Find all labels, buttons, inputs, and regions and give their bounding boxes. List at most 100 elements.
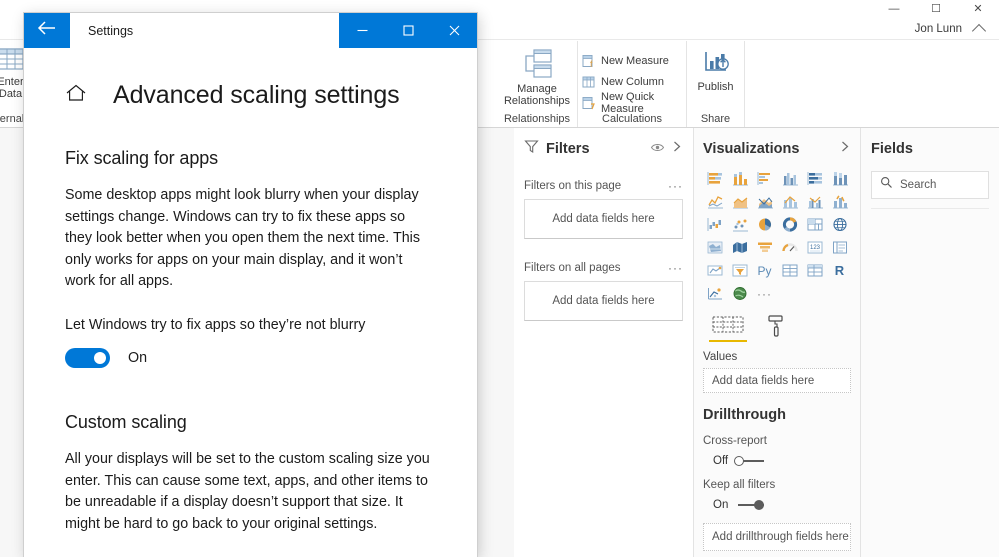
viz-pie-chart-icon[interactable] <box>753 215 776 234</box>
ribbon-group-calculations: f New Measure New Column New Quick Measu… <box>578 41 687 127</box>
viz-gauge-icon[interactable] <box>778 238 801 257</box>
filters-all-pages-menu-icon[interactable]: ··· <box>668 261 683 275</box>
keep-all-filters-toggle-row[interactable]: On <box>703 499 851 511</box>
cross-report-toggle-row[interactable]: Off <box>703 455 851 467</box>
viz-map-icon[interactable] <box>828 215 851 234</box>
filters-all-pages-dropzone[interactable]: Add data fields here <box>524 281 683 321</box>
viz-funnel-icon[interactable] <box>753 238 776 257</box>
viz-waterfall-chart-icon[interactable] <box>703 215 726 234</box>
new-quick-measure-button[interactable]: New Quick Measure <box>578 91 686 115</box>
viz-line-stacked-column-chart-icon[interactable] <box>778 192 801 211</box>
settings-minimize-button[interactable] <box>339 13 385 48</box>
settings-close-button[interactable] <box>431 13 477 48</box>
viz-matrix-icon[interactable] <box>803 261 826 280</box>
viz-arcgis-maps-icon[interactable] <box>728 284 751 303</box>
power-bi-user-name: Jon Lunn <box>914 23 962 35</box>
fix-scaling-heading: Fix scaling for apps <box>65 148 219 168</box>
viz-more-options-icon[interactable]: ··· <box>753 284 776 303</box>
viz-r-script-visual-icon[interactable]: R <box>828 261 851 280</box>
eye-icon[interactable] <box>650 140 665 158</box>
drillthrough-title: Drillthrough <box>703 407 786 423</box>
viz-multi-row-card-icon[interactable] <box>828 238 851 257</box>
cross-report-toggle[interactable] <box>734 455 765 467</box>
publish-button[interactable]: Publish <box>687 48 744 93</box>
new-column-label: New Column <box>601 75 664 88</box>
blur-toggle-row: On <box>65 348 436 368</box>
fields-pane-divider <box>871 208 989 209</box>
settings-titlebar-drag-area[interactable]: Settings <box>70 13 339 48</box>
filters-on-this-page-label: Filters on this page <box>524 180 622 192</box>
viz-scatter-chart-icon[interactable] <box>728 215 751 234</box>
viz-100-stacked-bar-chart-icon[interactable] <box>803 169 826 188</box>
settings-page-header: Advanced scaling settings <box>65 81 436 110</box>
viz-treemap-icon[interactable] <box>803 215 826 234</box>
viz-donut-chart-icon[interactable] <box>778 215 801 234</box>
new-quick-measure-icon <box>582 96 596 110</box>
filters-on-all-pages-row: Filters on all pages ··· <box>524 261 683 275</box>
viz-kpi-icon[interactable] <box>703 261 726 280</box>
settings-titlebar: Settings <box>24 13 477 48</box>
viz-line-chart-icon[interactable] <box>703 192 726 211</box>
visualizations-pane-tabs <box>703 312 851 342</box>
viz-100-stacked-column-chart-icon[interactable] <box>828 169 851 188</box>
viz-stacked-bar-chart-icon[interactable] <box>703 169 726 188</box>
visualizations-pane: Visualizations 123 Py R ··· Values Add d… <box>694 128 861 557</box>
fix-blurry-apps-toggle[interactable] <box>65 348 110 368</box>
chevron-right-icon[interactable] <box>839 140 851 158</box>
filters-this-page-menu-icon[interactable]: ··· <box>668 179 683 193</box>
svg-text:f: f <box>590 59 593 68</box>
custom-scaling-description: All your displays will be set to the cus… <box>65 451 430 532</box>
viz-filled-map-icon[interactable] <box>703 238 726 257</box>
viz-ribbon-chart-icon[interactable] <box>828 192 851 211</box>
publish-label: Publish <box>697 81 734 93</box>
power-bi-maximize-button[interactable]: ☐ <box>915 0 957 19</box>
blur-toggle-label: Let Windows try to fix apps so they’re n… <box>65 316 366 333</box>
viz-clustered-column-chart-icon[interactable] <box>778 169 801 188</box>
power-bi-close-button[interactable]: ✕ <box>957 0 999 19</box>
settings-window-title: Settings <box>88 23 134 38</box>
manage-relationships-button[interactable]: Manage Relationships <box>497 48 577 107</box>
settings-scrollbar[interactable] <box>472 48 477 557</box>
keep-all-filters-toggle[interactable] <box>734 499 765 511</box>
cross-report-state: Off <box>713 455 729 467</box>
viz-clustered-bar-chart-icon[interactable] <box>753 169 776 188</box>
viz-stacked-area-chart-icon[interactable] <box>753 192 776 211</box>
manage-relationships-icon <box>517 48 557 80</box>
viz-table-icon[interactable] <box>778 261 801 280</box>
drillthrough-dropzone[interactable]: Add drillthrough fields here <box>703 523 851 551</box>
back-button[interactable] <box>24 13 70 48</box>
viz-slicer-icon[interactable] <box>728 261 751 280</box>
filters-pane-title: Filters <box>546 141 590 157</box>
chevron-right-icon[interactable] <box>671 140 683 158</box>
tab-format[interactable] <box>765 314 787 342</box>
fields-search-placeholder: Search <box>900 179 937 191</box>
visualizations-pane-title: Visualizations <box>703 141 800 157</box>
viz-stacked-column-chart-icon[interactable] <box>728 169 751 188</box>
svg-text:123: 123 <box>810 245 821 251</box>
viz-shape-map-icon[interactable] <box>728 238 751 257</box>
fields-search-input[interactable]: Search <box>871 171 989 199</box>
viz-key-influencers-icon[interactable] <box>703 284 726 303</box>
power-bi-minimize-button[interactable]: — <box>873 0 915 19</box>
page-title: Advanced scaling settings <box>113 81 400 109</box>
new-column-button[interactable]: New Column <box>578 71 686 92</box>
drillthrough-dropzone-label: Add drillthrough fields here <box>712 531 849 543</box>
settings-maximize-button[interactable] <box>385 13 431 48</box>
tab-fields[interactable] <box>709 314 747 342</box>
keep-all-filters-state: On <box>713 499 729 511</box>
home-icon[interactable] <box>65 83 87 108</box>
settings-content-area: Advanced scaling settings Fix scaling fo… <box>24 48 477 557</box>
viz-line-clustered-column-chart-icon[interactable] <box>803 192 826 211</box>
viz-python-visual-icon[interactable]: Py <box>753 261 776 280</box>
chevron-up-icon[interactable] <box>971 23 987 38</box>
viz-card-icon[interactable]: 123 <box>803 238 826 257</box>
viz-area-chart-icon[interactable] <box>728 192 751 211</box>
fields-pane: Fields Search <box>861 128 999 557</box>
publish-icon <box>699 48 733 78</box>
filter-icon <box>524 139 539 159</box>
fields-pane-header: Fields <box>871 136 989 162</box>
filters-this-page-dropzone[interactable]: Add data fields here <box>524 199 683 239</box>
new-measure-button[interactable]: f New Measure <box>578 50 686 71</box>
fix-scaling-description: Some desktop apps might look blurry when… <box>65 187 420 289</box>
viz-values-dropzone[interactable]: Add data fields here <box>703 368 851 393</box>
